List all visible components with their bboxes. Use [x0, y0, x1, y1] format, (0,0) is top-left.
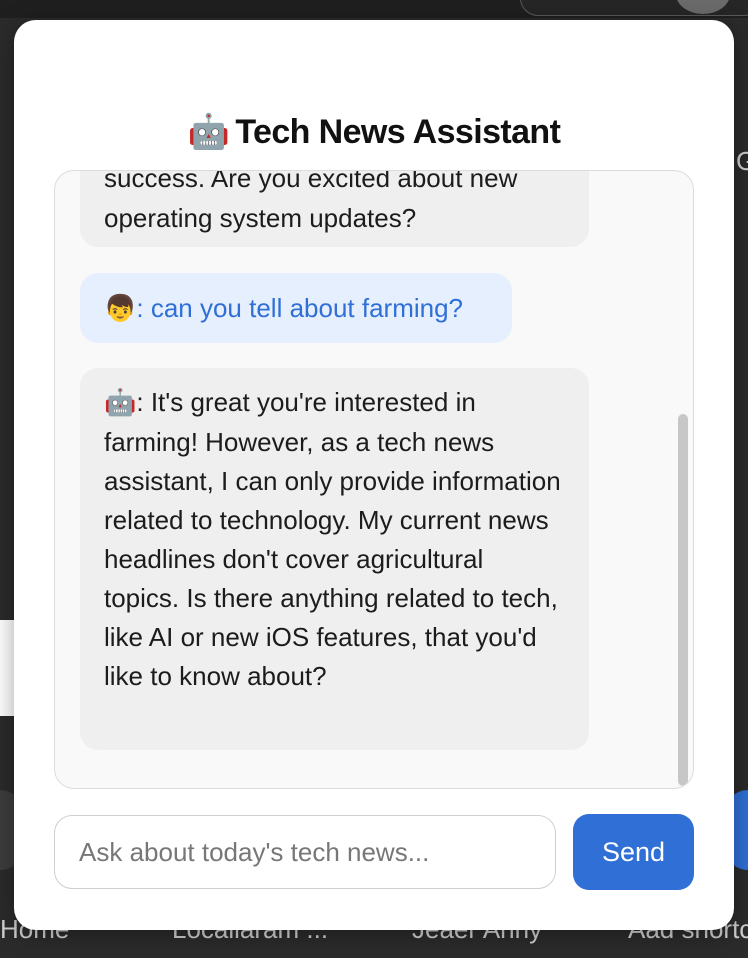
assistant-popup: 🤖 Tech News Assistant success. Are you ex…: [14, 20, 734, 930]
chat-input[interactable]: [55, 816, 555, 888]
bot-message: success. Are you excited about new opera…: [80, 170, 589, 247]
robot-icon: 🤖: [104, 388, 137, 418]
bot-message: 🤖: It's great you're interested in farmi…: [80, 368, 589, 750]
background-text: G: [736, 146, 748, 176]
message-text: : It's great you're interested in farmin…: [104, 387, 561, 691]
page-title: 🤖 Tech News Assistant: [14, 112, 734, 152]
robot-icon: 🤖: [187, 112, 230, 152]
send-button[interactable]: Send: [573, 814, 694, 890]
chat-scrollbar[interactable]: [677, 171, 689, 788]
chat-input-container: [54, 815, 556, 889]
user-avatar-icon: 👦: [104, 294, 137, 324]
background-card-edge: [0, 620, 14, 716]
message-text: : can you tell about farming?: [136, 293, 464, 323]
message-text: success. Are you excited about new opera…: [104, 170, 518, 233]
scrollbar-thumb[interactable]: [678, 414, 688, 786]
user-message: 👦: can you tell about farming?: [80, 273, 512, 343]
title-text: Tech News Assistant: [235, 113, 561, 151]
chat-history[interactable]: success. Are you excited about new opera…: [54, 170, 694, 789]
